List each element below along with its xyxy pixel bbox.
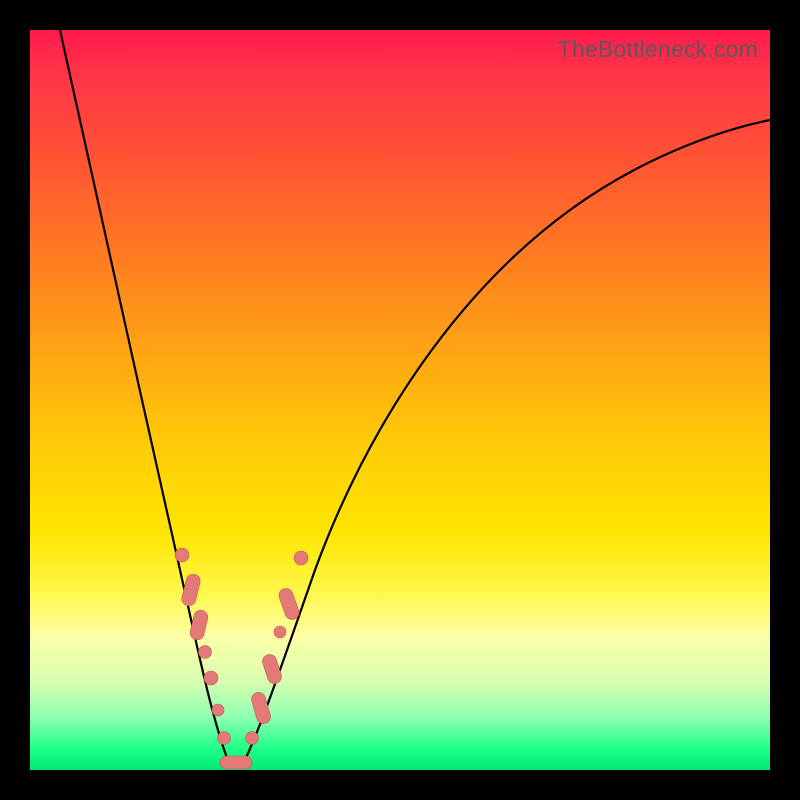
- marker-bead: [212, 704, 224, 716]
- marker-bead: [294, 551, 308, 565]
- bottleneck-curve: [30, 30, 770, 770]
- marker-bead: [199, 646, 212, 659]
- marker-pill: [250, 691, 272, 726]
- marker-bead: [204, 671, 218, 685]
- plot-area: TheBottleneck.com: [30, 30, 770, 770]
- curve-right-branch: [242, 120, 770, 766]
- marker-bead: [218, 732, 231, 745]
- marker-bead: [274, 626, 286, 638]
- chart-frame: TheBottleneck.com: [0, 0, 800, 800]
- marker-pill: [180, 573, 201, 607]
- marker-pill: [220, 756, 252, 769]
- marker-pill: [189, 609, 209, 641]
- marker-pill: [277, 587, 301, 622]
- marker-bead: [246, 732, 259, 745]
- marker-bead: [175, 548, 189, 562]
